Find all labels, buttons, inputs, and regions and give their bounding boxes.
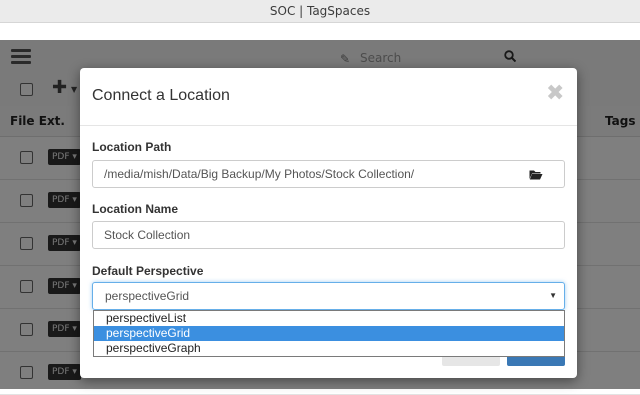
default-perspective-label: Default Perspective [92, 264, 204, 278]
location-path-label: Location Path [92, 140, 172, 154]
dropdown-option-perspective-graph[interactable]: perspectiveGraph [94, 341, 564, 356]
connect-location-dialog: Connect a Location ✖ Location Path /medi… [80, 68, 577, 378]
default-perspective-select[interactable]: perspectiveGrid ▼ [92, 282, 565, 310]
perspective-selected-value: perspectiveGrid [105, 289, 190, 303]
perspective-dropdown-list: perspectiveList perspectiveGrid perspect… [93, 310, 565, 357]
dialog-title: Connect a Location [92, 87, 230, 104]
window-title: SOC | TagSpaces [269, 4, 371, 18]
close-icon[interactable]: ✖ [546, 83, 564, 105]
location-name-label: Location Name [92, 202, 179, 216]
folder-open-icon [529, 170, 543, 180]
location-name-input[interactable]: Stock Collection [92, 221, 565, 249]
window-strip [0, 23, 640, 40]
dropdown-option-perspective-list[interactable]: perspectiveList [94, 311, 564, 326]
browse-folder-button[interactable] [507, 160, 565, 188]
window-titlebar: SOC | TagSpaces [0, 0, 640, 23]
dropdown-option-perspective-grid[interactable]: perspectiveGrid [94, 326, 564, 341]
dialog-header: Connect a Location ✖ [80, 68, 577, 126]
chevron-down-icon: ▼ [549, 291, 557, 300]
location-path-input[interactable]: /media/mish/Data/Big Backup/My Photos/St… [92, 160, 508, 188]
